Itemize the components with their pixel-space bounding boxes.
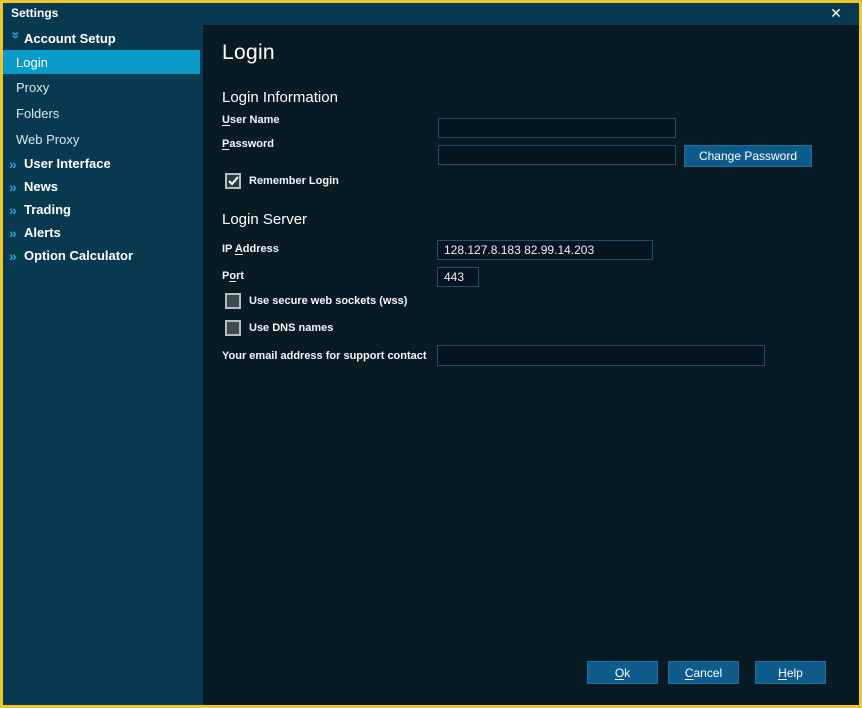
dns-label: Use DNS names <box>249 322 333 334</box>
sidebar-group-user-interface[interactable]: » User Interface <box>3 152 203 175</box>
sidebar-item-label: Proxy <box>16 80 49 95</box>
port-label: Port <box>222 270 244 282</box>
remember-login-label: Remember Login <box>249 175 339 187</box>
ip-address-label: IP Address <box>222 243 279 255</box>
sidebar-group-label: Account Setup <box>24 31 116 46</box>
chevron-right-icon: » <box>9 227 23 239</box>
user-name-input[interactable] <box>438 118 676 138</box>
password-input[interactable] <box>438 145 676 165</box>
close-icon[interactable]: ✕ <box>826 3 846 23</box>
port-input[interactable] <box>437 267 479 287</box>
sidebar-group-news[interactable]: » News <box>3 175 203 198</box>
sidebar-group-label: Option Calculator <box>24 248 133 263</box>
sidebar-item-login[interactable]: Login <box>3 50 200 74</box>
sidebar-group-trading[interactable]: » Trading <box>3 198 203 221</box>
section-title-login-server: Login Server <box>222 211 307 228</box>
support-email-label: Your email address for support contact <box>222 350 427 362</box>
chevron-right-icon: » <box>9 204 23 216</box>
chevron-down-icon: » <box>11 31 23 45</box>
page-title: Login <box>222 41 275 65</box>
sidebar-item-label: Folders <box>16 106 59 121</box>
sidebar-group-account-setup[interactable]: » Account Setup <box>3 27 203 50</box>
sidebar-group-label: News <box>24 179 58 194</box>
wss-checkbox[interactable] <box>225 293 241 309</box>
sidebar-group-label: Alerts <box>24 225 61 240</box>
window-title: Settings <box>11 4 58 22</box>
dns-checkbox[interactable] <box>225 320 241 336</box>
titlebar: Settings ✕ <box>3 3 859 25</box>
checkmark-icon <box>228 176 239 186</box>
wss-checkbox-row[interactable]: Use secure web sockets (wss) <box>225 293 407 309</box>
support-email-input[interactable] <box>437 345 765 366</box>
sidebar-item-web-proxy[interactable]: Web Proxy <box>3 126 203 152</box>
section-title-login-information: Login Information <box>222 89 338 106</box>
cancel-button[interactable]: Cancel <box>668 661 739 684</box>
sidebar-item-folders[interactable]: Folders <box>3 100 203 126</box>
sidebar-group-label: User Interface <box>24 156 111 171</box>
help-button[interactable]: Help <box>755 661 826 684</box>
user-name-label: User Name <box>222 114 280 126</box>
remember-login-checkbox-row[interactable]: Remember Login <box>225 173 339 189</box>
sidebar-group-label: Trading <box>24 202 71 217</box>
password-label: Password <box>222 138 274 150</box>
sidebar-item-label: Login <box>16 55 48 70</box>
settings-sidebar: » Account Setup Login Proxy Folders Web … <box>3 25 203 705</box>
sidebar-group-alerts[interactable]: » Alerts <box>3 221 203 244</box>
chevron-right-icon: » <box>9 181 23 193</box>
ok-button[interactable]: Ok <box>587 661 658 684</box>
sidebar-item-proxy[interactable]: Proxy <box>3 74 203 100</box>
ip-address-input[interactable] <box>437 240 653 260</box>
settings-window: Settings ✕ » Account Setup Login Proxy F… <box>0 0 862 708</box>
login-settings-panel: Login Login Information User Name Passwo… <box>203 25 859 705</box>
wss-label: Use secure web sockets (wss) <box>249 295 407 307</box>
dns-checkbox-row[interactable]: Use DNS names <box>225 320 333 336</box>
change-password-button[interactable]: Change Password <box>684 145 812 167</box>
sidebar-group-option-calculator[interactable]: » Option Calculator <box>3 244 203 267</box>
chevron-right-icon: » <box>9 158 23 170</box>
remember-login-checkbox[interactable] <box>225 173 241 189</box>
sidebar-item-label: Web Proxy <box>16 132 79 147</box>
chevron-right-icon: » <box>9 250 23 262</box>
